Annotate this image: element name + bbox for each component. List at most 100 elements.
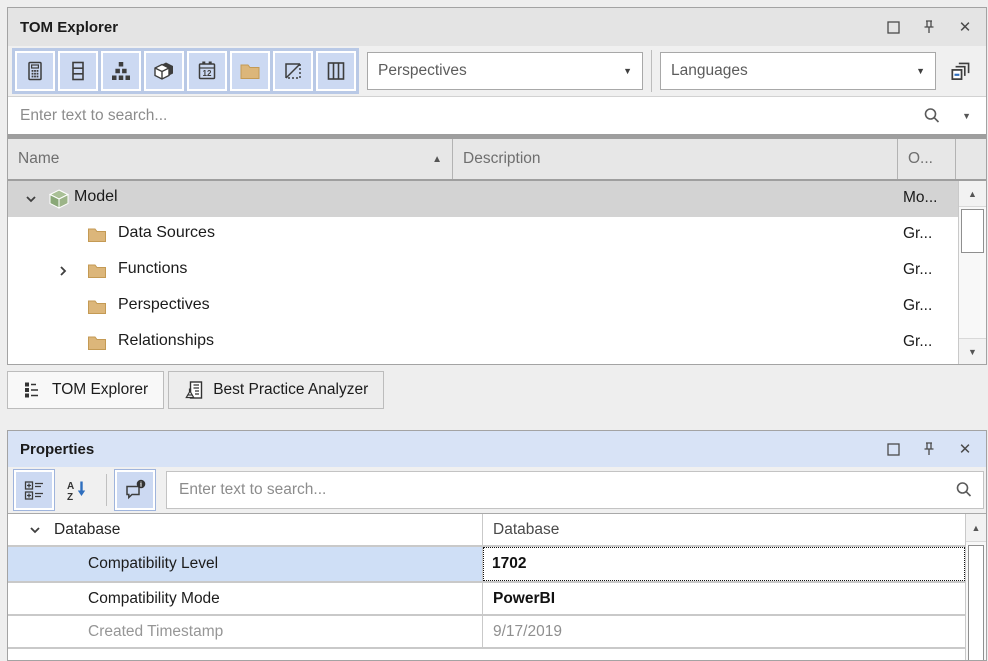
property-row-compatibility-mode[interactable]: Compatibility Mode PowerBI: [8, 583, 965, 616]
show-display-folders-button[interactable]: [144, 51, 184, 91]
properties-search-input[interactable]: [167, 472, 983, 508]
cube-icon: [152, 59, 176, 83]
tab-label: TOM Explorer: [52, 381, 148, 399]
chevron-down-icon: ▼: [916, 66, 925, 76]
search-icon: [922, 106, 942, 126]
tom-explorer-titlebar: TOM Explorer ✕: [8, 8, 986, 46]
tab-best-practice-analyzer[interactable]: Best Practice Analyzer: [168, 371, 384, 409]
folder-icon: [86, 260, 108, 287]
svg-text:Z: Z: [67, 492, 73, 502]
tree-row-objecttype: Gr...: [903, 261, 932, 279]
toolbar-separator: [651, 50, 652, 92]
search-icon: [954, 480, 974, 500]
tree-row-data-sources[interactable]: Data Sources Gr...: [8, 217, 958, 253]
tom-search-row: ▼: [8, 96, 986, 134]
tree-row-objecttype: Gr...: [903, 333, 932, 351]
perspectives-dropdown-value: Perspectives: [378, 62, 623, 80]
tree-row-objecttype: Gr...: [903, 225, 932, 243]
alphabetical-sort-button[interactable]: A Z: [57, 470, 97, 510]
scroll-up-button[interactable]: ▲: [966, 514, 986, 542]
property-value: 9/17/2019: [483, 616, 965, 647]
scroll-up-button[interactable]: ▲: [959, 181, 986, 207]
scrollbar-thumb[interactable]: [961, 209, 984, 253]
tree-row-label: Model: [74, 188, 118, 206]
show-columns-button[interactable]: [316, 51, 356, 91]
show-hierarchies-button[interactable]: [101, 51, 141, 91]
columns-icon: [324, 59, 348, 83]
tab-label: Best Practice Analyzer: [213, 381, 368, 399]
properties-window-buttons: ✕: [884, 440, 974, 458]
scrollbar-thumb[interactable]: [968, 545, 984, 660]
show-folders-button[interactable]: [230, 51, 270, 91]
maximize-icon: [886, 442, 901, 457]
properties-titlebar: Properties ✕: [8, 431, 986, 467]
tom-explorer-panel: TOM Explorer ✕: [7, 7, 987, 365]
partition-icon: [281, 59, 305, 83]
properties-toolbar: A Z i: [8, 467, 986, 513]
calculator-icon: [23, 59, 47, 83]
tree-row-relationships[interactable]: Relationships Gr...: [8, 325, 958, 361]
property-category-database[interactable]: Database Database: [8, 514, 965, 547]
column-header-name[interactable]: Name ▲: [8, 139, 453, 179]
show-descriptions-button[interactable]: i: [115, 470, 155, 510]
folder-icon: [86, 224, 108, 251]
tree-row-label: Perspectives: [118, 296, 210, 314]
property-grid: Database Database Compatibility Level 17…: [8, 513, 986, 660]
collapse-chevron-icon[interactable]: [28, 523, 42, 542]
tree-row-label: Relationships: [118, 332, 214, 350]
svg-text:i: i: [140, 481, 142, 489]
property-label: Created Timestamp: [88, 623, 223, 641]
pin-icon: [921, 441, 937, 457]
perspectives-dropdown[interactable]: Perspectives ▼: [367, 52, 643, 90]
search-options-caret[interactable]: ▼: [962, 111, 971, 121]
chevron-down-icon: ▼: [623, 66, 632, 76]
cascade-windows-button[interactable]: [940, 50, 982, 92]
tree-row-model[interactable]: Model Mo...: [8, 181, 958, 217]
column-header-objecttype[interactable]: O...: [898, 139, 956, 179]
property-row-created-timestamp[interactable]: Created Timestamp 9/17/2019: [8, 616, 965, 649]
show-tables-button[interactable]: [58, 51, 98, 91]
column-header-blank: [956, 139, 986, 179]
pin-button[interactable]: [920, 18, 938, 36]
maximize-icon: [886, 20, 901, 35]
tree-list-icon: [23, 380, 43, 400]
properties-scrollbar[interactable]: ▲: [965, 514, 986, 660]
show-measures-button[interactable]: [15, 51, 55, 91]
categorized-view-button[interactable]: [14, 470, 54, 510]
tom-window-buttons: ✕: [884, 18, 974, 36]
categorized-icon: [22, 478, 46, 502]
show-calendars-button[interactable]: 12: [187, 51, 227, 91]
collapse-chevron-icon[interactable]: [24, 192, 38, 211]
sort-ascending-icon: ▲: [432, 154, 442, 165]
property-value-editor[interactable]: 1702: [483, 547, 965, 581]
folder-icon: [86, 332, 108, 359]
languages-dropdown[interactable]: Languages ▼: [660, 52, 936, 90]
property-label: Compatibility Mode: [88, 590, 220, 608]
close-button[interactable]: ✕: [956, 18, 974, 36]
column-header-description[interactable]: Description: [453, 139, 898, 179]
tom-search-input[interactable]: [8, 97, 986, 134]
tree-scrollbar[interactable]: ▲ ▼: [958, 181, 986, 364]
show-partitions-button[interactable]: [273, 51, 313, 91]
tree-row-objecttype: Mo...: [903, 189, 937, 207]
tab-tom-explorer[interactable]: TOM Explorer: [7, 371, 164, 409]
expand-chevron-icon[interactable]: [56, 264, 70, 283]
svg-text:A: A: [67, 481, 74, 492]
pin-icon: [921, 19, 937, 35]
maximize-button[interactable]: [884, 18, 902, 36]
tree-row-perspectives[interactable]: Perspectives Gr...: [8, 289, 958, 325]
tom-toggle-button-group: 12: [12, 48, 359, 94]
model-cube-icon: [48, 188, 70, 215]
maximize-button[interactable]: [884, 440, 902, 458]
category-label: Database: [54, 521, 120, 539]
property-row-compatibility-level[interactable]: Compatibility Level 1702: [8, 547, 965, 583]
cascade-windows-icon: [948, 58, 974, 84]
languages-dropdown-value: Languages: [671, 62, 916, 80]
property-value[interactable]: PowerBI: [483, 583, 965, 614]
scroll-down-button[interactable]: ▼: [959, 338, 986, 364]
pin-button[interactable]: [920, 440, 938, 458]
comment-info-icon: i: [123, 478, 147, 502]
hierarchy-icon: [109, 59, 133, 83]
tree-row-functions[interactable]: Functions Gr...: [8, 253, 958, 289]
close-button[interactable]: ✕: [956, 440, 974, 458]
